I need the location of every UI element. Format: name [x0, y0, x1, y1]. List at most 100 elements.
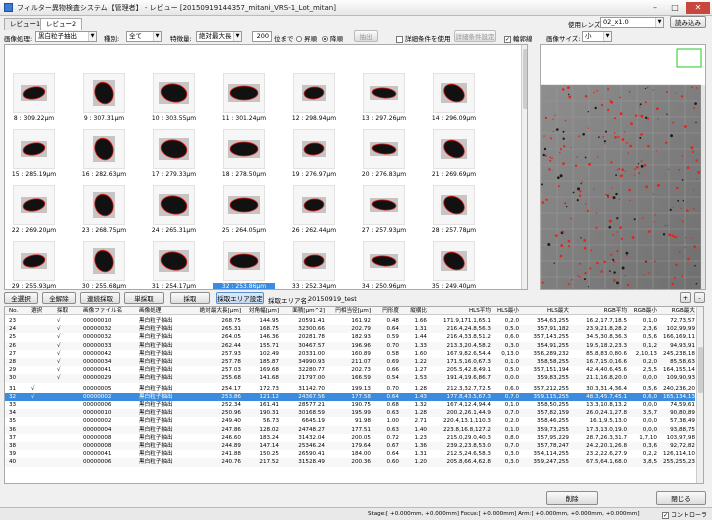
particle-thumbnail[interactable]: 19 : 276.97μm: [289, 129, 339, 181]
particle-thumbnail[interactable]: 31 : 254.17μm: [149, 241, 199, 289]
delete-button[interactable]: 削除: [546, 491, 598, 505]
minimize-icon[interactable]: –: [646, 2, 664, 14]
table-row[interactable]: 23 √ 00000010 黒白粒子抽出 268.75 144.95 20591.41 161…: [5, 317, 695, 325]
contour-checkbox[interactable]: ✓ 輪郭線: [504, 33, 533, 43]
table-row[interactable]: 27 √ 00000042 黒白粒子抽出 257.93 102.49 20331.00 160…: [5, 350, 695, 358]
table-row[interactable]: 30 √ 00000029 黒白粒子抽出 255.68 141.68 21797.00 166…: [5, 374, 695, 383]
table-row[interactable]: 25 √ 00000032 黒白粒子抽出 264.05 146.36 20281.78 182…: [5, 333, 695, 341]
table-cell: 1.40: [414, 426, 427, 433]
remove-button[interactable]: -: [694, 292, 705, 303]
table-row[interactable]: 40 00000006 黒白粒子抽出 240.76 217.52 31528.49 200.…: [5, 458, 695, 467]
table-cell: 1.28: [414, 410, 427, 417]
table-row[interactable]: 37 00000008 黒白粒子抽出 246.60 183.24 31432.04 200.…: [5, 434, 695, 442]
particle-thumbnail[interactable]: 32 : 253.86μm: [213, 241, 275, 289]
table-cell: 00000010: [83, 410, 112, 417]
maximize-icon[interactable]: □: [666, 2, 684, 14]
particle-thumbnail[interactable]: 14 : 296.09μm: [429, 73, 479, 125]
particle-thumbnail[interactable]: 22 : 269.20μm: [9, 185, 59, 237]
table-row[interactable]: 24 √ 00000032 黒白粒子抽出 265.31 168.75 32300.66 202…: [5, 325, 695, 334]
particle-thumbnail[interactable]: 13 : 297.26μm: [359, 73, 409, 125]
table-cell: 34.5,30.8,36.3: [586, 334, 627, 341]
particle-thumbnail[interactable]: 18 : 278.50μm: [219, 129, 269, 181]
table-cell: 30467.57: [298, 342, 325, 349]
table-cell: 0.63: [386, 426, 399, 433]
table-row[interactable]: 29 √ 00000041 黒白粒子抽出 257.03 169.68 32280.77 202…: [5, 366, 695, 374]
table-row[interactable]: 35 00000002 黒白粒子抽出 249.40 56.73 6645.19 91.98 1…: [5, 417, 695, 425]
table-cell: 33: [9, 402, 17, 408]
particle-thumbnail[interactable]: 20 : 276.83μm: [359, 129, 409, 181]
controller-checkbox[interactable]: ✓ コントローラ: [662, 510, 707, 519]
desc-radio[interactable]: 降順: [322, 33, 343, 43]
adopt-area-set-button[interactable]: 採取エリア設定: [216, 292, 264, 304]
table-cell: 0,13.0: [501, 350, 519, 357]
table-row[interactable]: 31 √ 00000005 黒白粒子抽出 254.17 172.73 31142.70 199…: [5, 385, 695, 393]
particle-thumbnail[interactable]: 35 : 249.40μm: [429, 241, 479, 289]
particle-image: [83, 129, 125, 169]
table-cell: 34990.93: [298, 359, 325, 365]
table-cell: 00000041: [83, 451, 112, 458]
close-button[interactable]: 閉じる: [656, 491, 706, 505]
particle-thumbnail[interactable]: 28 : 257.78μm: [429, 185, 479, 237]
particle-thumbnail[interactable]: 21 : 269.69μm: [429, 129, 479, 181]
overview-scrollbar[interactable]: [701, 85, 705, 289]
particle-thumbnail[interactable]: 11 : 301.24μm: [219, 73, 269, 125]
thumbnail-caption: 34 : 250.96μm: [361, 283, 407, 290]
image-process-select[interactable]: 黒白粒子抽出 ▼: [35, 31, 97, 42]
particle-thumbnail[interactable]: 33 : 252.34μm: [289, 241, 339, 289]
table-cell: 00000042: [83, 350, 112, 357]
particle-thumbnail[interactable]: 29 : 255.93μm: [9, 241, 59, 289]
particle-thumbnail[interactable]: 17 : 279.33μm: [149, 129, 199, 181]
type-select[interactable]: 全て ▼: [126, 31, 162, 42]
particle-thumbnail[interactable]: 24 : 265.31μm: [149, 185, 199, 237]
particle-image: [223, 185, 265, 225]
table-cell: 20331.00: [298, 350, 325, 357]
table-scrollbar[interactable]: [696, 307, 703, 483]
table-row[interactable]: 39 00000041 黒白粒子抽出 241.88 150.25 26590.41 184.…: [5, 450, 695, 458]
table-row[interactable]: 26 √ 00000033 黒白粒子抽出 262.44 155.71 30467.57 196…: [5, 341, 695, 350]
table-row[interactable]: 38 00000008 黒白粒子抽出 244.89 147.14 25346.24 179.…: [5, 442, 695, 451]
single-adopt-button[interactable]: 単採取: [124, 292, 164, 304]
lens-select[interactable]: 02_x1.0 ▼: [600, 17, 664, 28]
particle-thumbnail[interactable]: 9 : 307.31μm: [79, 73, 129, 125]
select-all-button[interactable]: 全選択: [4, 292, 38, 304]
extract-button[interactable]: 抽出: [354, 30, 378, 42]
table-row[interactable]: 32 √ 00000002 黒白粒子抽出 253.86 121.12 24367.56 177…: [5, 392, 695, 401]
gallery-scrollbar[interactable]: [521, 45, 527, 289]
tab-review-2[interactable]: レビュー2: [40, 18, 83, 30]
detail-cond-button[interactable]: 詳細条件設定: [454, 30, 496, 42]
continuous-adopt-button[interactable]: 連続採取: [80, 292, 120, 304]
table-cell: 黒白粒子抽出: [139, 326, 173, 333]
table-cell: 1.20: [414, 459, 427, 466]
table-row[interactable]: 33 00000006 黒白粒子抽出 252.34 161.41 28577.21 190.…: [5, 401, 695, 409]
particle-thumbnail[interactable]: 12 : 298.94μm: [289, 73, 339, 125]
feature-select[interactable]: 絶対最大長 ▼: [196, 31, 242, 42]
particle-thumbnail[interactable]: 27 : 257.93μm: [359, 185, 409, 237]
particle-thumbnail[interactable]: 25 : 264.05μm: [219, 185, 269, 237]
rank-input[interactable]: 200: [252, 31, 272, 42]
close-icon[interactable]: ✕: [686, 1, 710, 14]
particle-thumbnail[interactable]: 15 : 285.19μm: [9, 129, 59, 181]
detail-cond-checkbox[interactable]: 詳細条件を使用: [396, 33, 451, 43]
particle-thumbnail[interactable]: 8 : 309.22μm: [9, 73, 59, 125]
adopt-button[interactable]: 採取: [170, 292, 210, 304]
particle-thumbnail[interactable]: 26 : 262.44μm: [289, 185, 339, 237]
asc-radio[interactable]: 昇順: [296, 33, 317, 43]
column-header: 円形度: [382, 308, 399, 314]
particle-thumbnail[interactable]: 23 : 268.75μm: [79, 185, 129, 237]
table-cell: 202.73: [351, 367, 371, 374]
gallery-scroll-thumb[interactable]: [523, 49, 527, 109]
table-row[interactable]: 28 √ 00000034 黒白粒子抽出 257.78 185.87 34990.93 211…: [5, 358, 695, 367]
particle-thumbnail[interactable]: 10 : 303.55μm: [149, 73, 199, 125]
particle-thumbnail[interactable]: 16 : 282.63μm: [79, 129, 129, 181]
load-button[interactable]: 読み込み: [670, 16, 706, 28]
particle-thumbnail[interactable]: 34 : 250.96μm: [359, 241, 409, 289]
add-button[interactable]: +: [680, 292, 691, 303]
image-size-select[interactable]: 小 ▼: [582, 31, 612, 42]
particle-thumbnail[interactable]: 30 : 255.68μm: [79, 241, 129, 289]
clear-all-button[interactable]: 全解除: [42, 292, 76, 304]
table-cell: 184.00: [351, 451, 371, 458]
table-cell: 217.52: [259, 459, 279, 466]
table-row[interactable]: 36 00000004 黒白粒子抽出 247.86 128.02 24748.27 177.…: [5, 425, 695, 434]
table-scroll-thumb[interactable]: [698, 347, 703, 393]
table-row[interactable]: 34 00000010 黒白粒子抽出 250.96 190.31 30168.59 195.…: [5, 409, 695, 418]
